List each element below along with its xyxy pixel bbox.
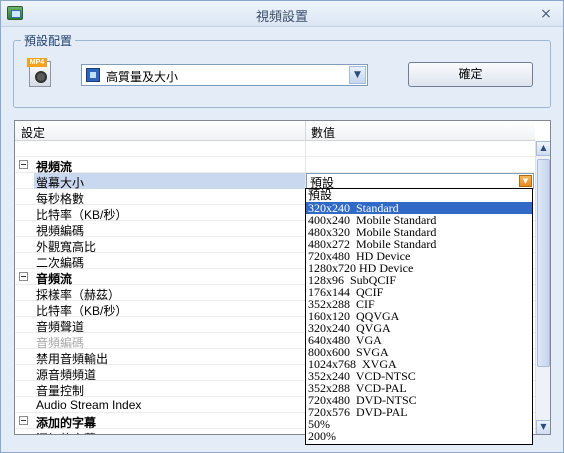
preset-select[interactable]: 高質量及大小 ▼ bbox=[81, 64, 368, 86]
scroll-down-icon[interactable]: ▼ bbox=[536, 420, 550, 434]
film-icon bbox=[86, 68, 100, 82]
grid-category-row[interactable]: 視頻流 bbox=[15, 157, 535, 174]
mp4-file-icon: MP4 bbox=[27, 58, 53, 88]
mp4-tag: MP4 bbox=[27, 58, 47, 67]
screen-size-option[interactable]: 50% bbox=[306, 418, 532, 430]
screen-size-option[interactable]: 200% bbox=[306, 430, 532, 442]
screen-size-option[interactable]: 720x576 DVD-PAL bbox=[306, 406, 532, 418]
title-bar[interactable]: 視頻設置 × bbox=[1, 1, 563, 27]
header-value[interactable]: 數值 bbox=[311, 124, 335, 141]
collapse-icon[interactable] bbox=[19, 416, 28, 425]
scroll-up-icon[interactable]: ▲ bbox=[536, 141, 550, 156]
chevron-down-icon[interactable]: ▼ bbox=[519, 175, 532, 187]
preset-select-value: 高質量及大小 bbox=[106, 70, 179, 84]
grid-property-row[interactable]: 螢幕大小 預設 ▼ bbox=[15, 173, 535, 190]
collapse-icon[interactable] bbox=[19, 160, 28, 169]
scroll-thumb[interactable] bbox=[537, 159, 550, 367]
property-name: 添加的字幕 bbox=[36, 430, 96, 434]
video-settings-window: 視頻設置 × 預設配置 MP4 高質量及大小 ▼ 確定 設定 數值 視頻流 螢幕大… bbox=[0, 0, 564, 453]
mp4-reel bbox=[35, 71, 47, 83]
column-separator bbox=[305, 141, 306, 157]
preset-group-label: 預設配置 bbox=[21, 32, 76, 49]
header-separator[interactable] bbox=[305, 121, 306, 141]
confirm-button[interactable]: 確定 bbox=[408, 62, 533, 87]
header-setting[interactable]: 設定 bbox=[21, 124, 45, 141]
screen-size-combo[interactable]: 預設 ▼ bbox=[306, 173, 534, 190]
collapse-icon[interactable] bbox=[19, 272, 28, 281]
column-separator bbox=[305, 157, 306, 173]
grid-property-row[interactable] bbox=[15, 141, 535, 157]
chevron-down-icon[interactable]: ▼ bbox=[349, 66, 366, 84]
vertical-scrollbar[interactable]: ▲ ▼ bbox=[535, 141, 550, 434]
close-icon[interactable]: × bbox=[537, 5, 555, 23]
grid-header: 設定 數值 bbox=[15, 121, 535, 141]
window-title: 視頻設置 bbox=[255, 9, 308, 24]
property-name: Audio Stream Index bbox=[36, 398, 142, 412]
screen-size-dropdown-list[interactable]: 預設 320x240 Standard 400x240 Mobile Standar… bbox=[305, 188, 533, 445]
